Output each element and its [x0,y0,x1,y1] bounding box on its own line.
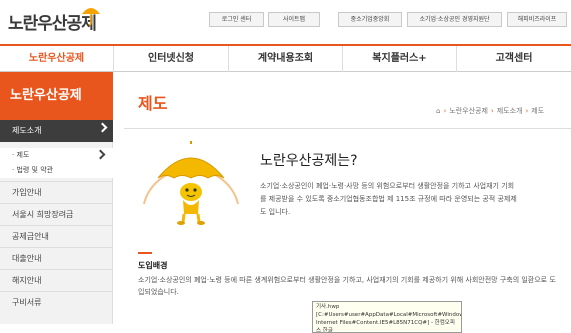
util-link-sitemap[interactable]: 사이트맵 [268,12,320,27]
sidebar-item-documents[interactable]: 구비서류 [0,291,113,313]
chevron-right-icon [97,122,108,133]
page-title: 제도 [138,94,168,113]
sidebar-item-join[interactable]: 가입안내 [0,181,113,203]
intro-title: 노란우산공제는? [260,153,358,169]
breadcrumb-item[interactable]: 제도소개 [497,107,523,115]
main-nav: 노란우산공제 인터넷신청 계약내용조회 복지플러스+ 고객센터 [0,44,571,72]
sidebar-item-label: 제도소개 [12,126,42,135]
header: 노란우산공제 로그인 센터 사이트맵 중소기업중앙회 소기업·소상공인 경영지원… [0,0,571,44]
breadcrumb-item: 제도 [531,107,545,115]
nav-item-welfare-plus[interactable]: 복지플러스+ [343,46,457,72]
sidebar-subitem-label: · 제도 [12,151,30,159]
util-link-support[interactable]: 소기업·소상공인 경영지원단 [407,12,502,27]
breadcrumb: ⌂ › 노란우산공제 › 제도소개 › 제도 [436,107,545,115]
sidebar-item-cancel[interactable]: 해지안내 [0,269,113,291]
section-title: 도입배경 [138,261,168,270]
nav-item-yellow-umbrella[interactable]: 노란우산공제 [0,46,114,72]
sidebar: 노란우산공제 제도소개 · 제도 · 법령 및 약관 가입안내 서울시 희망장려… [0,72,113,324]
sidebar-subitem-law[interactable]: · 법령 및 약관 [0,163,113,178]
util-link-login[interactable]: 로그인 센터 [209,12,264,27]
mascot-umbrella-image [143,141,239,225]
section-text: 소기업·소상공인의 폐업·노령 등에 따른 생계위험으로부터 생활안정을 기하고… [138,276,556,296]
sidebar-item-benefit[interactable]: 공제금안내 [0,225,113,247]
intro-text: 소기업·소상공인이 폐업·노령·사망 등의 위험으로부터 생활안정을 기하고 사… [260,182,517,216]
umbrella-icon [82,8,100,26]
nav-item-contract-inquiry[interactable]: 계약내용조회 [229,46,343,72]
util-link-kbiz[interactable]: 중소기업중앙회 [338,12,402,27]
taskbar-tooltip: 기사.hwp [C:#Users#user#AppData#Local#Micr… [312,301,462,333]
sidebar-item-loan[interactable]: 대출안내 [0,247,113,269]
sidebar-title: 노란우산공제 [0,72,113,120]
chevron-right-icon [95,149,106,160]
breadcrumb-item[interactable]: 노란우산공제 [449,107,488,115]
nav-item-customer-center[interactable]: 고객센터 [457,46,571,72]
sidebar-item-intro[interactable]: 제도소개 [0,120,113,142]
main-content: 제도 ⌂ › 노란우산공제 › 제도소개 › 제도 노란우산공제는? 소기업·소상공인이 폐… [114,72,571,333]
section-marker [138,252,152,254]
sidebar-subitem-system[interactable]: · 제도 [0,148,113,163]
home-icon[interactable]: ⌂ [436,107,440,115]
nav-item-internet-apply[interactable]: 인터넷신청 [114,46,229,72]
sidebar-item-seoul-hope[interactable]: 서울시 희망장려금 [0,203,113,225]
divider [124,128,571,129]
util-link-happybiz[interactable]: 해피비즈라이프 [507,12,567,27]
